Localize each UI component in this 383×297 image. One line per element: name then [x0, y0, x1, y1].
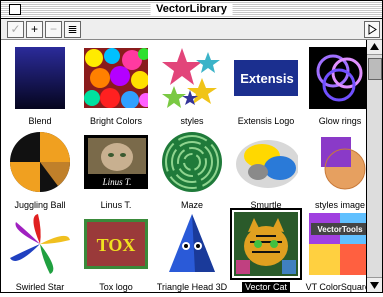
item-label: styles image [314, 200, 366, 210]
library-item-selected[interactable]: Vector Cat [229, 208, 303, 292]
extensis-text: Extensis [240, 71, 293, 86]
library-item[interactable]: styles image [303, 130, 366, 210]
library-item[interactable]: Bright Colors [79, 46, 153, 126]
maze-thumbnail [160, 130, 224, 194]
vector-library-window: VectorLibrary ✓ + − ≣ Blend Bright Color… [0, 0, 383, 293]
remove-button[interactable]: − [45, 21, 62, 38]
scroll-thumb[interactable] [368, 58, 382, 80]
library-item[interactable]: Triangle Head 3D [155, 212, 229, 292]
item-label: Swirled Star [15, 282, 65, 292]
library-item[interactable]: Linus T. Linus T. [79, 130, 153, 210]
library-item[interactable]: Smurtle [229, 130, 303, 210]
smurtle-thumbnail [234, 130, 298, 194]
blend-thumbnail [8, 46, 72, 110]
item-label: Tox logo [99, 282, 133, 292]
list-button[interactable]: ≣ [64, 21, 81, 38]
linus-caption: Linus T. [102, 177, 132, 187]
close-box[interactable] [9, 4, 21, 15]
extensis-logo-thumbnail: Extensis [234, 46, 298, 110]
check-button[interactable]: ✓ [7, 21, 24, 38]
library-item[interactable]: Swirled Star [3, 212, 77, 292]
item-label: Glow rings [318, 116, 362, 126]
library-item[interactable]: Glow rings [303, 46, 366, 126]
item-label: Smurtle [250, 200, 282, 210]
tox-text: TOX [97, 235, 136, 255]
library-item[interactable]: Extensis Extensis Logo [229, 46, 303, 126]
glow-rings-thumbnail [308, 46, 366, 110]
library-item[interactable]: VectorTools VT ColorSquares [303, 212, 366, 292]
juggling-ball-thumbnail [8, 130, 72, 194]
styles-thumbnail [160, 46, 224, 110]
item-label: Triangle Head 3D [156, 282, 228, 292]
vt-colorsquares-thumbnail: VectorTools [308, 212, 366, 276]
item-label: VT ColorSquares [305, 282, 366, 292]
styles-image-thumbnail [308, 130, 366, 194]
window-title: VectorLibrary [150, 3, 233, 16]
scroll-up-arrow[interactable] [367, 40, 382, 55]
library-item[interactable]: Blend [3, 46, 77, 126]
vectortools-text: VectorTools [317, 225, 363, 234]
tox-logo-thumbnail: TOX [84, 212, 148, 276]
item-label: Linus T. [100, 200, 132, 210]
item-label: Blend [28, 116, 52, 126]
item-label: Bright Colors [89, 116, 143, 126]
item-label: Vector Cat [241, 282, 291, 292]
triangle-head-3d-thumbnail [160, 212, 224, 276]
bright-colors-thumbnail [84, 46, 148, 110]
vector-cat-thumbnail [230, 208, 302, 280]
down-arrow-icon [370, 282, 379, 289]
library-item[interactable]: TOX Tox logo [79, 212, 153, 292]
linus-t-thumbnail: Linus T. [84, 130, 148, 194]
library-item[interactable]: Maze [155, 130, 229, 210]
add-button[interactable]: + [26, 21, 43, 38]
item-label: Maze [180, 200, 203, 210]
item-label: Juggling Ball [14, 200, 66, 210]
play-icon [368, 24, 377, 35]
scroll-down-arrow[interactable] [367, 277, 382, 292]
library-item[interactable]: styles [155, 46, 229, 126]
item-label: Extensis Logo [237, 116, 295, 126]
item-label: styles [180, 116, 204, 126]
play-button[interactable] [364, 21, 380, 38]
toolbar: ✓ + − ≣ [1, 19, 382, 40]
vertical-scrollbar[interactable] [366, 40, 382, 292]
up-arrow-icon [370, 43, 379, 50]
swirled-star-thumbnail [8, 212, 72, 276]
library-item[interactable]: Juggling Ball [3, 130, 77, 210]
library-grid: Blend Bright Colors styles Extensis Exte… [1, 40, 366, 292]
title-bar[interactable]: VectorLibrary [1, 1, 382, 19]
